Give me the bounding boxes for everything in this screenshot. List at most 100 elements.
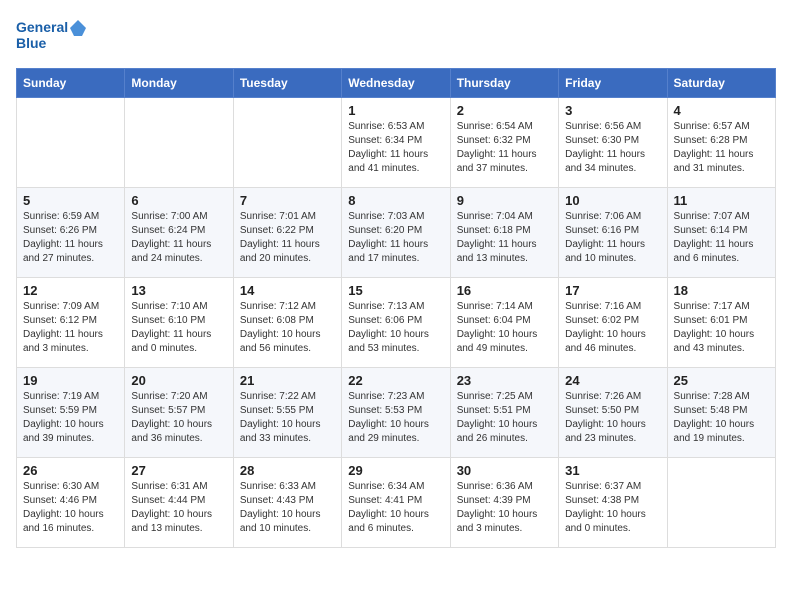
day-number: 14	[240, 283, 335, 298]
day-number: 24	[565, 373, 660, 388]
calendar-cell: 26 Sunrise: 6:30 AM Sunset: 4:46 PM Dayli…	[17, 458, 125, 548]
day-info: Sunrise: 7:12 AM Sunset: 6:08 PM Dayligh…	[240, 300, 335, 356]
day-info: Sunrise: 7:03 AM Sunset: 6:20 PM Dayligh…	[348, 210, 443, 266]
day-number: 3	[565, 103, 660, 118]
calendar-cell: 15Sunrise: 7:13 AM Sunset: 6:06 PM Dayli…	[342, 278, 450, 368]
day-info: Sunrise: 7:20 AM Sunset: 5:57 PM Dayligh…	[131, 390, 226, 446]
day-number: 9	[457, 193, 552, 208]
day-number: 5	[23, 193, 118, 208]
calendar-cell: 19Sunrise: 7:19 AM Sunset: 5:59 PM Dayli…	[17, 368, 125, 458]
day-number: 8	[348, 193, 443, 208]
day-info: Sunrise: 6:54 AM Sunset: 6:32 PM Dayligh…	[457, 120, 552, 176]
logo: General Blue	[16, 16, 86, 56]
calendar-cell: 31 Sunrise: 6:37 AM Sunset: 4:38 PM Dayli…	[559, 458, 667, 548]
day-number: 6	[131, 193, 226, 208]
day-number: 30	[457, 463, 552, 478]
day-number: 10	[565, 193, 660, 208]
calendar-cell: 29 Sunrise: 6:34 AM Sunset: 4:41 PM Dayli…	[342, 458, 450, 548]
calendar-cell: 24 Sunrise: 7:26 AM Sunset: 5:50 PM Dayli…	[559, 368, 667, 458]
calendar-cell: 25 Sunrise: 7:28 AM Sunset: 5:48 PM Dayli…	[667, 368, 775, 458]
day-info: Sunrise: 6:56 AM Sunset: 6:30 PM Dayligh…	[565, 120, 660, 176]
day-number: 4	[674, 103, 769, 118]
calendar-cell	[667, 458, 775, 548]
day-info: Sunrise: 7:19 AM Sunset: 5:59 PM Dayligh…	[23, 390, 118, 446]
calendar-cell: 7Sunrise: 7:01 AM Sunset: 6:22 PM Daylig…	[233, 188, 341, 278]
day-info: Sunrise: 7:16 AM Sunset: 6:02 PM Dayligh…	[565, 300, 660, 356]
day-number: 16	[457, 283, 552, 298]
day-number: 2	[457, 103, 552, 118]
calendar-week-row: 12 Sunrise: 7:09 AM Sunset: 6:12 PM Dayli…	[17, 278, 776, 368]
header: General Blue	[16, 16, 776, 56]
calendar-cell: 18 Sunrise: 7:17 AM Sunset: 6:01 PM Dayli…	[667, 278, 775, 368]
day-info: Sunrise: 6:57 AM Sunset: 6:28 PM Dayligh…	[674, 120, 769, 176]
day-number: 22	[348, 373, 443, 388]
day-info: Sunrise: 6:31 AM Sunset: 4:44 PM Dayligh…	[131, 480, 226, 536]
day-number: 26	[23, 463, 118, 478]
day-info: Sunrise: 7:26 AM Sunset: 5:50 PM Dayligh…	[565, 390, 660, 446]
calendar-cell: 13Sunrise: 7:10 AM Sunset: 6:10 PM Dayli…	[125, 278, 233, 368]
day-info: Sunrise: 7:28 AM Sunset: 5:48 PM Dayligh…	[674, 390, 769, 446]
day-info: Sunrise: 7:09 AM Sunset: 6:12 PM Dayligh…	[23, 300, 118, 356]
calendar-cell: 14 Sunrise: 7:12 AM Sunset: 6:08 PM Dayli…	[233, 278, 341, 368]
calendar-cell: 4 Sunrise: 6:57 AM Sunset: 6:28 PM Daylig…	[667, 98, 775, 188]
calendar-week-row: 1 Sunrise: 6:53 AM Sunset: 6:34 PM Daylig…	[17, 98, 776, 188]
day-number: 1	[348, 103, 443, 118]
calendar-week-row: 5Sunrise: 6:59 AM Sunset: 6:26 PM Daylig…	[17, 188, 776, 278]
calendar-body: 1 Sunrise: 6:53 AM Sunset: 6:34 PM Daylig…	[17, 98, 776, 548]
day-number: 21	[240, 373, 335, 388]
day-number: 29	[348, 463, 443, 478]
header-cell-thursday: Thursday	[450, 69, 558, 98]
calendar-cell: 16 Sunrise: 7:14 AM Sunset: 6:04 PM Dayli…	[450, 278, 558, 368]
calendar-week-row: 19Sunrise: 7:19 AM Sunset: 5:59 PM Dayli…	[17, 368, 776, 458]
calendar-cell	[17, 98, 125, 188]
day-number: 20	[131, 373, 226, 388]
day-number: 25	[674, 373, 769, 388]
calendar-cell: 23 Sunrise: 7:25 AM Sunset: 5:51 PM Dayli…	[450, 368, 558, 458]
calendar-cell: 8 Sunrise: 7:03 AM Sunset: 6:20 PM Daylig…	[342, 188, 450, 278]
day-info: Sunrise: 6:36 AM Sunset: 4:39 PM Dayligh…	[457, 480, 552, 536]
svg-text:Blue: Blue	[16, 35, 47, 51]
day-info: Sunrise: 6:30 AM Sunset: 4:46 PM Dayligh…	[23, 480, 118, 536]
day-number: 31	[565, 463, 660, 478]
calendar-cell: 1 Sunrise: 6:53 AM Sunset: 6:34 PM Daylig…	[342, 98, 450, 188]
header-cell-monday: Monday	[125, 69, 233, 98]
day-number: 17	[565, 283, 660, 298]
calendar-cell: 17 Sunrise: 7:16 AM Sunset: 6:02 PM Dayli…	[559, 278, 667, 368]
calendar-cell: 3 Sunrise: 6:56 AM Sunset: 6:30 PM Daylig…	[559, 98, 667, 188]
header-cell-tuesday: Tuesday	[233, 69, 341, 98]
calendar-cell: 21 Sunrise: 7:22 AM Sunset: 5:55 PM Dayli…	[233, 368, 341, 458]
day-number: 7	[240, 193, 335, 208]
calendar-cell	[125, 98, 233, 188]
calendar-cell: 9 Sunrise: 7:04 AM Sunset: 6:18 PM Daylig…	[450, 188, 558, 278]
day-info: Sunrise: 7:17 AM Sunset: 6:01 PM Dayligh…	[674, 300, 769, 356]
day-info: Sunrise: 6:53 AM Sunset: 6:34 PM Dayligh…	[348, 120, 443, 176]
day-info: Sunrise: 7:00 AM Sunset: 6:24 PM Dayligh…	[131, 210, 226, 266]
day-info: Sunrise: 6:34 AM Sunset: 4:41 PM Dayligh…	[348, 480, 443, 536]
day-number: 18	[674, 283, 769, 298]
calendar-cell: 22 Sunrise: 7:23 AM Sunset: 5:53 PM Dayli…	[342, 368, 450, 458]
day-number: 27	[131, 463, 226, 478]
day-number: 12	[23, 283, 118, 298]
day-info: Sunrise: 6:37 AM Sunset: 4:38 PM Dayligh…	[565, 480, 660, 536]
calendar-cell: 30 Sunrise: 6:36 AM Sunset: 4:39 PM Dayli…	[450, 458, 558, 548]
svg-text:General: General	[16, 19, 68, 35]
day-info: Sunrise: 7:25 AM Sunset: 5:51 PM Dayligh…	[457, 390, 552, 446]
calendar-table: SundayMondayTuesdayWednesdayThursdayFrid…	[16, 68, 776, 548]
calendar-header: SundayMondayTuesdayWednesdayThursdayFrid…	[17, 69, 776, 98]
header-cell-wednesday: Wednesday	[342, 69, 450, 98]
day-number: 23	[457, 373, 552, 388]
day-number: 15	[348, 283, 443, 298]
day-number: 11	[674, 193, 769, 208]
calendar-week-row: 26 Sunrise: 6:30 AM Sunset: 4:46 PM Dayli…	[17, 458, 776, 548]
day-info: Sunrise: 7:07 AM Sunset: 6:14 PM Dayligh…	[674, 210, 769, 266]
day-info: Sunrise: 7:22 AM Sunset: 5:55 PM Dayligh…	[240, 390, 335, 446]
day-info: Sunrise: 7:14 AM Sunset: 6:04 PM Dayligh…	[457, 300, 552, 356]
calendar-cell: 12 Sunrise: 7:09 AM Sunset: 6:12 PM Dayli…	[17, 278, 125, 368]
day-info: Sunrise: 7:23 AM Sunset: 5:53 PM Dayligh…	[348, 390, 443, 446]
calendar-cell: 5Sunrise: 6:59 AM Sunset: 6:26 PM Daylig…	[17, 188, 125, 278]
header-row: SundayMondayTuesdayWednesdayThursdayFrid…	[17, 69, 776, 98]
day-info: Sunrise: 7:04 AM Sunset: 6:18 PM Dayligh…	[457, 210, 552, 266]
calendar-cell: 27 Sunrise: 6:31 AM Sunset: 4:44 PM Dayli…	[125, 458, 233, 548]
header-cell-sunday: Sunday	[17, 69, 125, 98]
calendar-cell: 11 Sunrise: 7:07 AM Sunset: 6:14 PM Dayli…	[667, 188, 775, 278]
